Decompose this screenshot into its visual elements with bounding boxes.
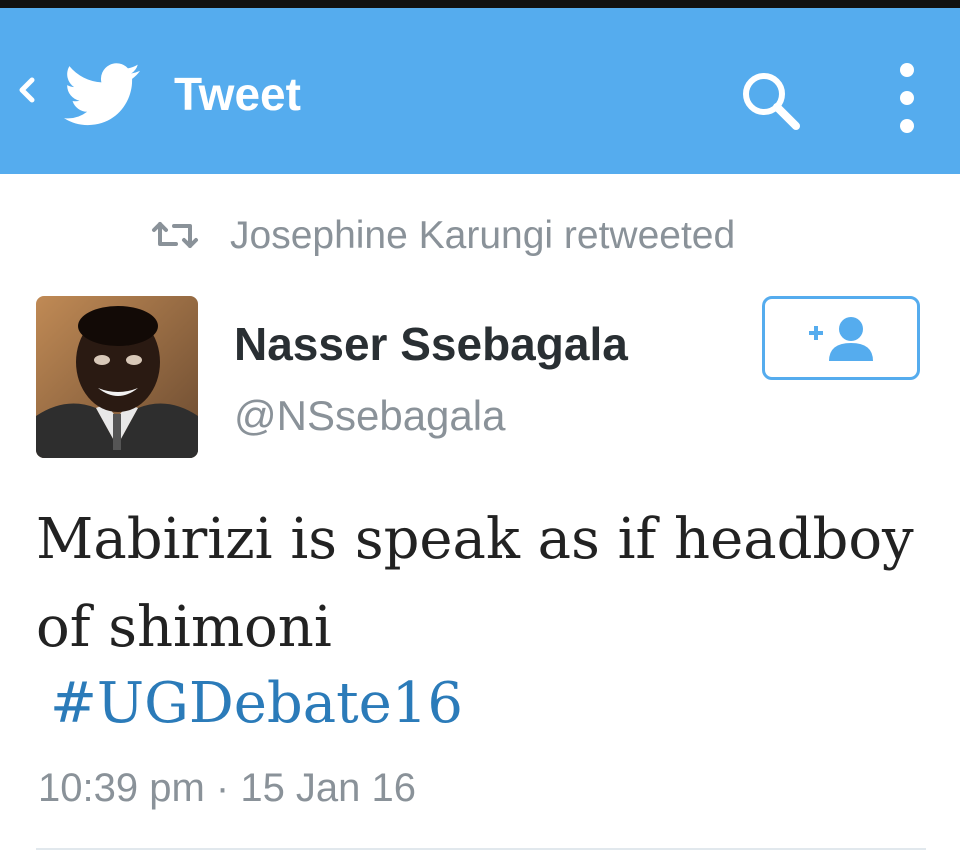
page-title: Tweet [174, 68, 301, 120]
retweet-icon [152, 222, 198, 248]
status-bar-strip [0, 0, 960, 8]
tweet-timestamp: 10:39 pm · 15 Jan 16 [38, 758, 416, 818]
author-name[interactable]: Nasser Ssebagala [234, 314, 628, 374]
twitter-bird-icon[interactable] [64, 62, 140, 128]
divider [36, 848, 926, 850]
tweet-text-line: of shimoni [36, 595, 332, 660]
tweet-date: 15 Jan 16 [240, 766, 417, 810]
app-bar: Tweet [0, 8, 960, 174]
follow-button[interactable] [762, 296, 920, 380]
tweet-text: Mabirizi is speak as if headboy of shimo… [36, 496, 936, 672]
retweeted-by-text[interactable]: Josephine Karungi retweeted [230, 208, 735, 264]
more-vertical-icon[interactable] [890, 58, 924, 138]
tweet-text-line: Mabirizi is speak as if headboy [36, 507, 914, 572]
add-user-icon [809, 317, 873, 361]
chevron-left-icon[interactable] [14, 70, 40, 110]
hashtag-link[interactable]: #UGDebate16 [50, 664, 463, 744]
tweet-time: 10:39 pm [38, 766, 205, 810]
timestamp-separator: · [204, 766, 241, 810]
search-icon[interactable] [736, 66, 806, 136]
avatar[interactable] [36, 296, 198, 458]
author-handle[interactable]: @NSsebagala [234, 386, 505, 446]
